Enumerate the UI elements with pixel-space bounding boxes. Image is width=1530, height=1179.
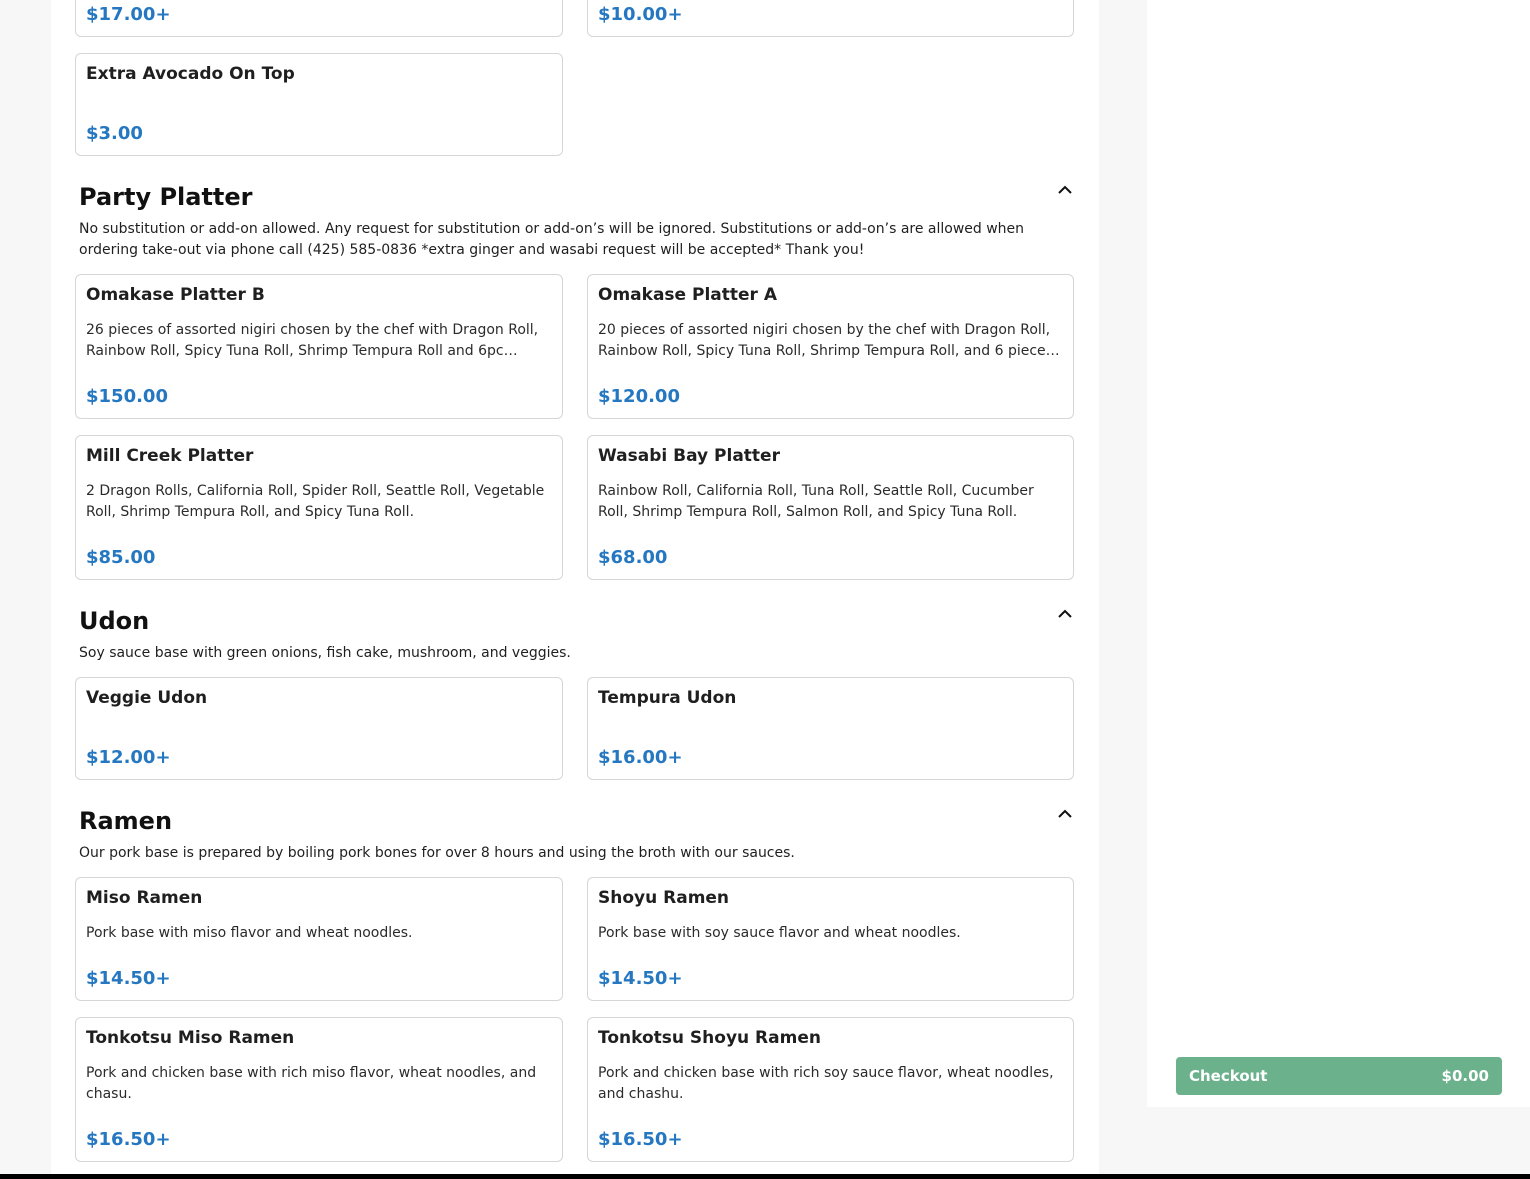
section-title-ramen: Ramen <box>79 807 173 835</box>
menu-item-card[interactable]: Wasabi Bay Platter Rainbow Roll, Califor… <box>587 435 1074 580</box>
item-name: Tonkotsu Miso Ramen <box>86 1028 295 1048</box>
chevron-up-icon[interactable] <box>1055 180 1075 200</box>
item-description: Pork and chicken base with rich soy sauc… <box>598 1065 1054 1102</box>
item-price: $14.50+ <box>598 968 683 989</box>
menu-item-card[interactable]: Tonkotsu Shoyu Ramen Pork and chicken ba… <box>587 1017 1074 1162</box>
item-price: $14.50+ <box>86 968 171 989</box>
item-description: 2 Dragon Rolls, California Roll, Spider … <box>86 483 545 520</box>
item-name: Veggie Udon <box>86 688 208 708</box>
item-name: Tempura Udon <box>598 688 737 708</box>
menu-item-card[interactable]: Tonkotsu Miso Ramen Pork and chicken bas… <box>75 1017 563 1162</box>
section-title-party-platter: Party Platter <box>79 183 253 211</box>
item-name: Omakase Platter A <box>598 285 777 305</box>
item-name: Tonkotsu Shoyu Ramen <box>598 1028 821 1048</box>
bottom-edge-bar <box>0 1174 1530 1179</box>
item-description: 26 pieces of assorted nigiri chosen by t… <box>86 322 539 359</box>
item-name: Wasabi Bay Platter <box>598 446 780 466</box>
item-price: $85.00 <box>86 547 156 568</box>
chevron-up-icon[interactable] <box>1055 804 1075 824</box>
checkout-button[interactable]: Checkout $0.00 <box>1176 1057 1502 1095</box>
menu-item-card[interactable]: Veggie Udon $12.00+ <box>75 677 563 780</box>
menu-item-card[interactable]: Miso Ramen Pork base with miso flavor an… <box>75 877 563 1001</box>
checkout-label: Checkout <box>1189 1067 1268 1085</box>
item-description: Pork base with miso flavor and wheat noo… <box>86 925 413 941</box>
menu-item-card[interactable]: Mill Creek Platter 2 Dragon Rolls, Calif… <box>75 435 563 580</box>
cart-sidebar <box>1147 0 1530 1107</box>
menu-item-card[interactable]: Omakase Platter A 20 pieces of assorted … <box>587 274 1074 419</box>
section-description: Our pork base is prepared by boiling por… <box>79 845 795 861</box>
menu-item-card[interactable]: Omakase Platter B 26 pieces of assorted … <box>75 274 563 419</box>
section-description: Soy sauce base with green onions, fish c… <box>79 645 571 661</box>
item-price: $16.50+ <box>598 1129 683 1150</box>
item-price: $10.00+ <box>598 4 683 25</box>
item-price: $120.00 <box>598 386 680 407</box>
item-description: Rainbow Roll, California Roll, Tuna Roll… <box>598 483 1034 520</box>
menu-panel <box>51 0 1099 1179</box>
chevron-up-icon[interactable] <box>1055 604 1075 624</box>
item-price: $16.00+ <box>598 747 683 768</box>
section-title-udon: Udon <box>79 607 150 635</box>
item-name: Omakase Platter B <box>86 285 265 305</box>
item-price: $68.00 <box>598 547 668 568</box>
menu-item-card[interactable]: Tempura Udon $16.00+ <box>587 677 1074 780</box>
item-name: Shoyu Ramen <box>598 888 730 908</box>
item-price: $3.00 <box>86 123 143 144</box>
item-name: Mill Creek Platter <box>86 446 254 466</box>
item-price: $17.00+ <box>86 4 171 25</box>
item-price: $12.00+ <box>86 747 171 768</box>
section-description: No substitution or add-on allowed. Any r… <box>79 221 1025 258</box>
item-name: Miso Ramen <box>86 888 203 908</box>
item-description: Pork base with soy sauce flavor and whea… <box>598 925 961 941</box>
checkout-amount: $0.00 <box>1441 1067 1489 1085</box>
item-price: $16.50+ <box>86 1129 171 1150</box>
menu-item-card[interactable]: Extra Avocado On Top $3.00 <box>75 53 563 156</box>
item-name: Extra Avocado On Top <box>86 64 295 84</box>
item-description: 20 pieces of assorted nigiri chosen by t… <box>598 322 1060 359</box>
item-description: Pork and chicken base with rich miso fla… <box>86 1065 537 1102</box>
menu-item-card[interactable]: Shoyu Ramen Pork base with soy sauce fla… <box>587 877 1074 1001</box>
item-price: $150.00 <box>86 386 168 407</box>
menu-item-card[interactable]: $17.00+ <box>75 0 563 37</box>
menu-item-card[interactable]: $10.00+ <box>587 0 1074 37</box>
